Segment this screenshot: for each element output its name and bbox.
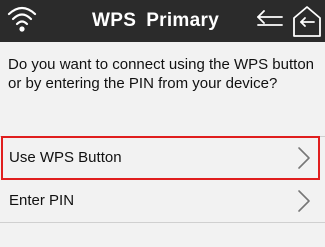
chevron-right-icon (298, 190, 310, 212)
title-bar: WPS Primary (0, 0, 325, 42)
screen-title: WPS Primary (92, 0, 242, 42)
home-icon[interactable] (292, 4, 322, 38)
divider (0, 136, 325, 137)
divider (0, 222, 325, 223)
chevron-right-icon (298, 147, 310, 169)
option-label: Enter PIN (9, 192, 75, 209)
option-label: Use WPS Button (9, 149, 122, 166)
title-part-1: WPS (92, 10, 137, 31)
back-arrow-icon[interactable] (256, 10, 284, 32)
title-part-2: Primary (146, 10, 220, 31)
enter-pin-option[interactable]: Enter PIN (0, 181, 325, 221)
wifi-icon (7, 6, 37, 32)
wps-prompt: Do you want to connect using the WPS but… (8, 56, 315, 92)
use-wps-button-option[interactable]: Use WPS Button (0, 138, 325, 178)
wps-screen: WPS Primary Do you want to connect using … (0, 0, 325, 247)
